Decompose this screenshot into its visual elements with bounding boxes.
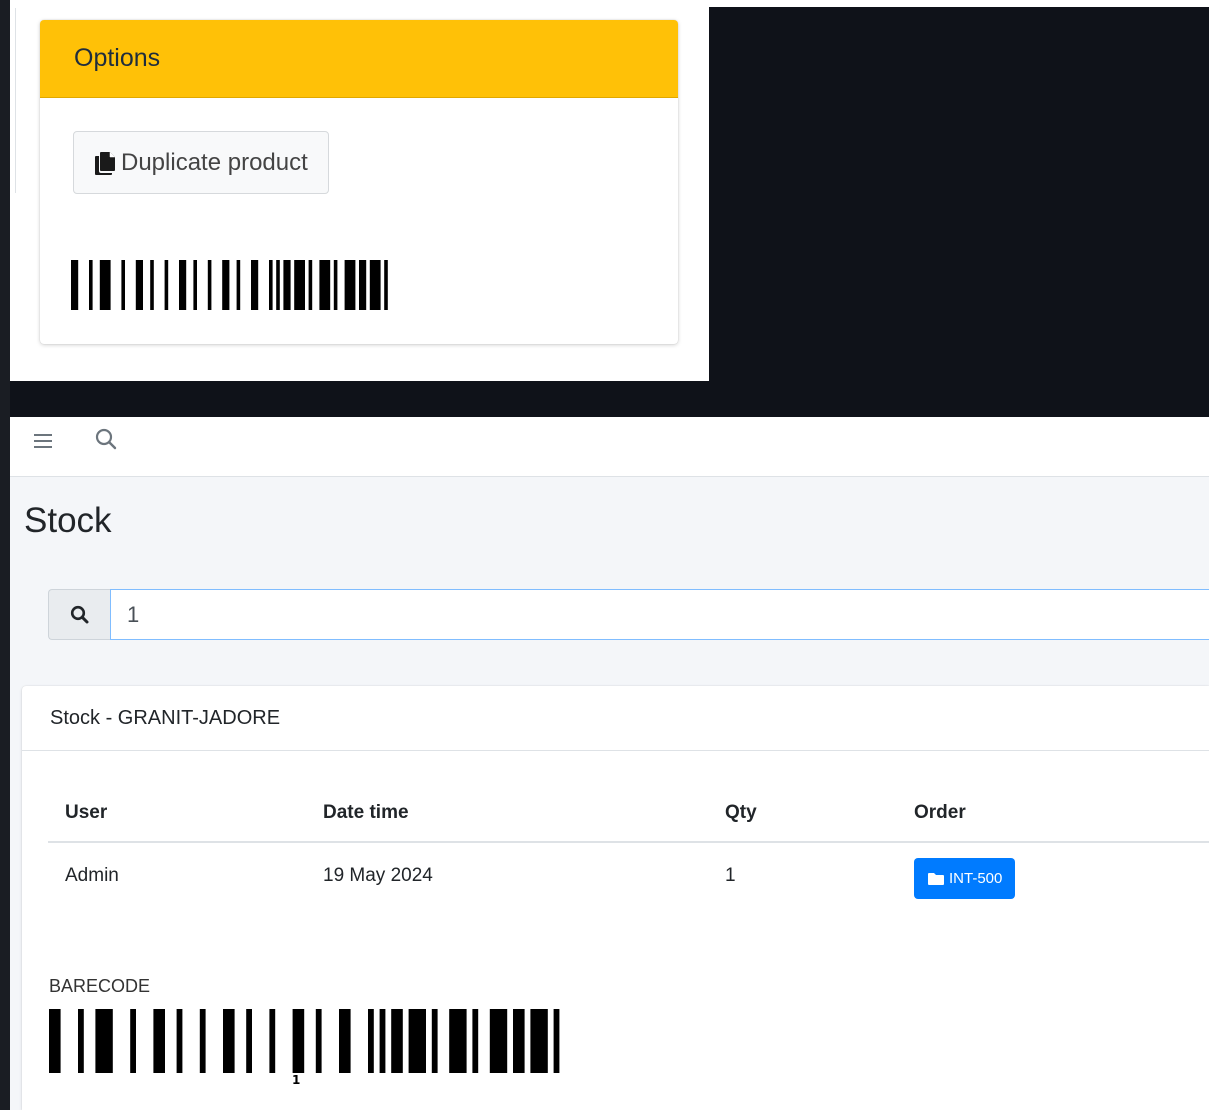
barcode-bar	[71, 260, 79, 310]
column-header-date-time: Date time	[306, 785, 708, 843]
barcode-bar	[368, 1009, 374, 1073]
barcode-bar	[408, 1009, 426, 1073]
left-edge-border	[0, 0, 10, 1110]
top-navbar	[10, 417, 1209, 477]
barcode-bar	[95, 1009, 113, 1073]
cell-order: INT-500	[897, 842, 1209, 908]
barcode-bar	[150, 260, 154, 310]
barcode-bar	[207, 260, 212, 310]
folder-icon	[928, 872, 944, 885]
adjacent-card-edge	[10, 8, 16, 193]
barcode-bar	[308, 260, 313, 310]
barcode-bar	[199, 1009, 206, 1073]
search-input-group	[48, 589, 1209, 640]
page-title: Stock	[24, 501, 112, 540]
cell-user: Admin	[65, 864, 119, 886]
cell-qty: 1	[725, 864, 736, 886]
barcode-digit: 1	[292, 1073, 301, 1087]
column-header-order: Order	[897, 785, 1209, 843]
column-header-user: User	[48, 785, 306, 843]
barcode-bar	[391, 1009, 403, 1073]
barcode-bar	[176, 1009, 183, 1073]
table-header-row: User Date time Qty Order	[48, 785, 1209, 843]
barcode-bar	[315, 1009, 322, 1073]
barcode-bar	[121, 260, 125, 310]
search-addon[interactable]	[48, 589, 110, 640]
barcode-bar	[472, 1009, 479, 1073]
barcode-bar	[513, 1009, 525, 1073]
search-icon[interactable]	[94, 427, 120, 453]
barcode-bar	[153, 1009, 165, 1073]
barcode-bar	[251, 260, 259, 310]
stock-search-input[interactable]	[110, 589, 1209, 640]
barcode-bar	[431, 1009, 438, 1073]
barcode-bar	[99, 260, 111, 310]
content-wrapper: Stock Stock - GRANIT-JADORE User Date ti…	[10, 477, 1209, 1110]
barcode-bar	[530, 1009, 548, 1073]
barcode-bar	[292, 1009, 305, 1073]
dark-background-strip	[10, 381, 709, 417]
barcode-bar	[384, 260, 388, 310]
barcode-bar	[339, 1009, 351, 1073]
top-margin	[709, 0, 1209, 7]
order-number: INT-500	[949, 870, 1003, 887]
barcode-bar	[130, 1009, 136, 1073]
barcode-bar	[283, 260, 291, 310]
barcode-bar	[276, 260, 280, 310]
barcode-bar	[553, 1009, 560, 1073]
barcode-bar	[489, 1009, 508, 1073]
barcode-bar	[319, 260, 331, 310]
stock-card: Stock - GRANIT-JADORE User Date time Qty…	[22, 686, 1209, 1110]
barcode-bar	[135, 260, 143, 310]
barcode-bar	[179, 260, 187, 310]
hamburger-menu-icon[interactable]	[32, 429, 56, 453]
barcode-bar	[269, 1009, 276, 1073]
column-header-qty: Qty	[708, 785, 897, 843]
barcode-label: BARECODE	[49, 976, 151, 996]
barcode-bar	[89, 260, 93, 310]
order-link-button[interactable]: INT-500	[914, 858, 1016, 899]
barcode-bar	[49, 1009, 61, 1073]
search-icon	[70, 605, 88, 623]
barcode-bar	[164, 260, 169, 310]
table-row: Admin 19 May 2024 1 INT-500	[48, 842, 1209, 908]
product-barcode	[71, 260, 388, 310]
barcode-bar	[379, 1009, 386, 1073]
duplicate-product-button[interactable]: Duplicate product	[73, 131, 329, 194]
dark-background	[709, 7, 1209, 417]
barcode-bar	[369, 260, 381, 310]
stock-table: User Date time Qty Order Admin 19 May 20…	[48, 785, 1209, 908]
barcode-bar	[269, 260, 273, 310]
duplicate-product-label: Duplicate product	[121, 148, 308, 176]
barcode-bar	[236, 260, 241, 310]
copy-icon	[95, 151, 115, 175]
options-card-header: Options	[40, 20, 678, 98]
options-card: Options Duplicate product	[40, 20, 678, 344]
barcode-bar	[223, 1009, 235, 1073]
stock-card-header: Stock - GRANIT-JADORE	[22, 686, 1209, 751]
stock-barcode	[49, 1009, 560, 1073]
barcode-bar	[193, 260, 197, 310]
barcode-bar	[449, 1009, 467, 1073]
barcode-bar	[222, 260, 230, 310]
barcode-bar	[78, 1009, 84, 1073]
barcode-bar	[294, 260, 305, 310]
barcode-bar	[344, 260, 356, 310]
barcode-bar	[333, 260, 338, 310]
cell-date-time: 19 May 2024	[323, 864, 433, 886]
barcode-bar	[246, 1009, 252, 1073]
barcode-bar	[359, 260, 367, 310]
